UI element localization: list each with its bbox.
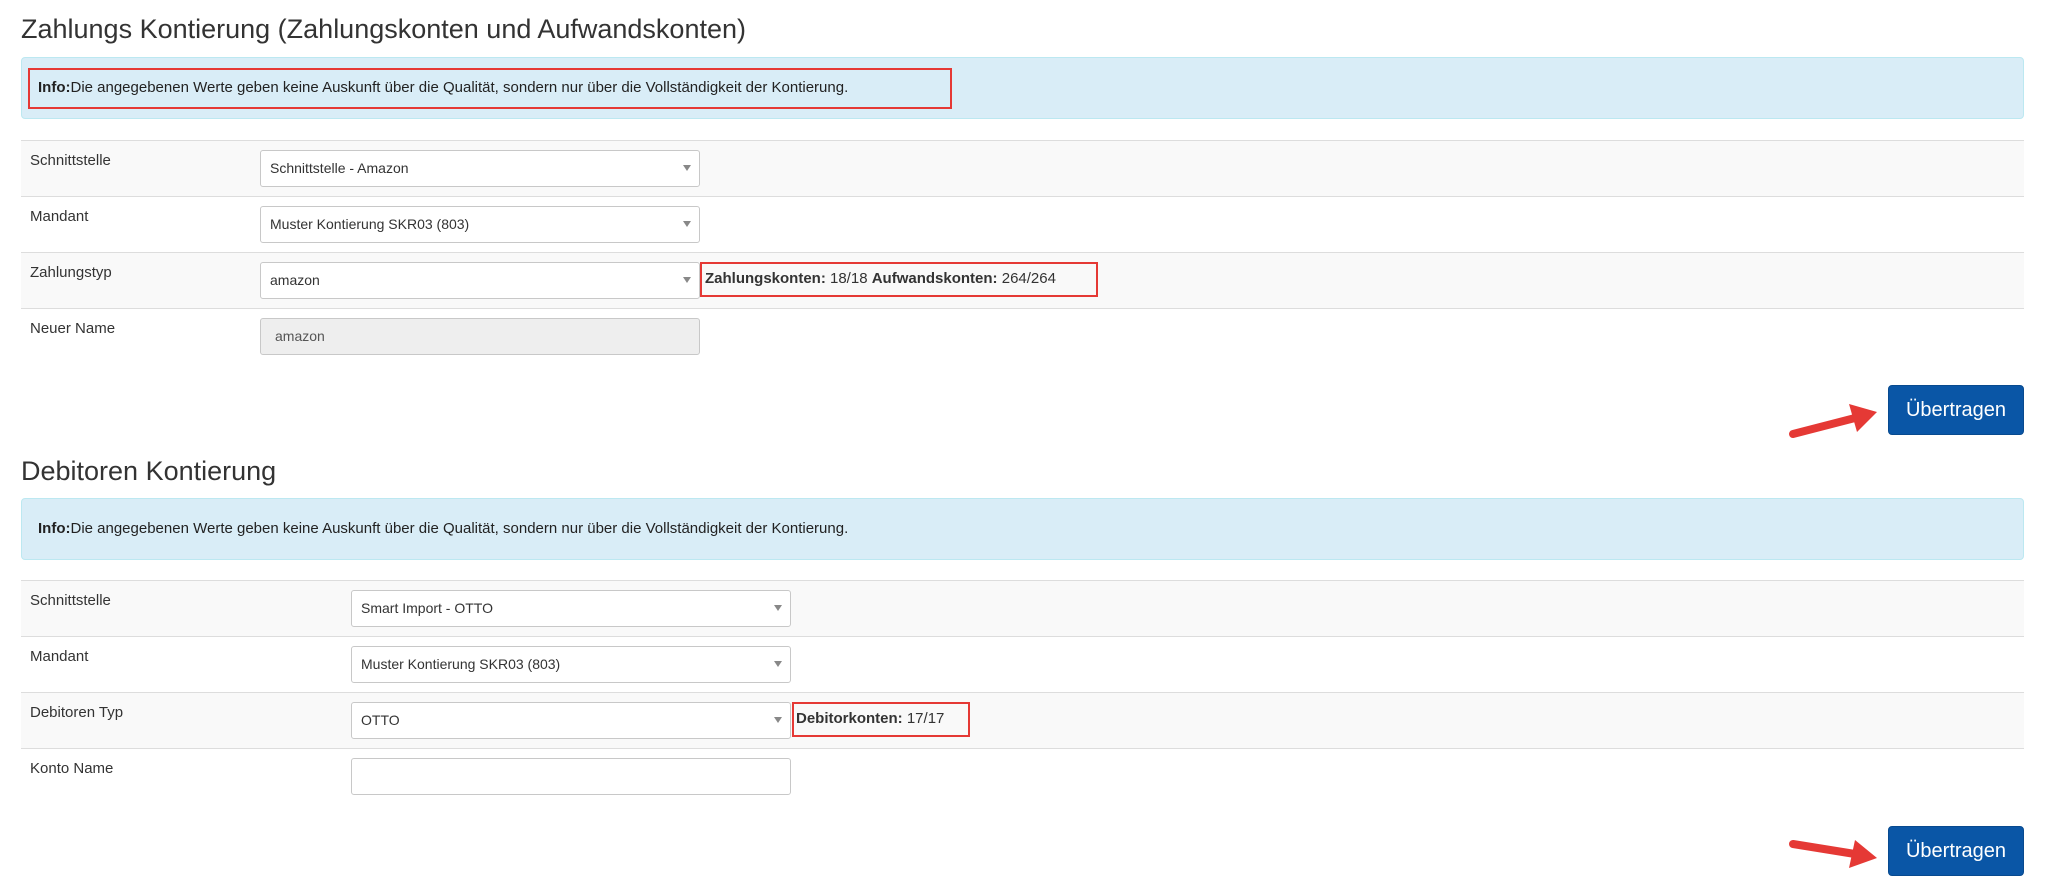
label-neuer-name: Neuer Name — [30, 320, 116, 337]
label-debitoren-typ: Debitoren Typ — [30, 704, 124, 721]
schnittstelle-select-value: Schnittstelle - Amazon — [270, 160, 409, 176]
mandant-select[interactable]: Muster Kontierung SKR03 (803) — [351, 646, 791, 683]
label-mandant: Mandant — [30, 208, 89, 225]
schnittstelle-select-value: Smart Import - OTTO — [361, 600, 493, 616]
chevron-down-icon — [774, 717, 782, 723]
zahlungstyp-select-value: amazon — [270, 272, 320, 288]
info-text: Info:Die angegebenen Werte geben keine A… — [38, 520, 848, 538]
uebertragen-button[interactable]: Übertragen — [1888, 826, 2024, 876]
chevron-down-icon — [683, 165, 691, 171]
mandant-select-value: Muster Kontierung SKR03 (803) — [361, 656, 561, 672]
label-konto-name: Konto Name — [30, 760, 114, 777]
counts-highlight-box — [792, 702, 970, 737]
debitoren-typ-select-value: OTTO — [361, 712, 400, 728]
chevron-down-icon — [774, 605, 782, 611]
label-zahlungstyp: Zahlungstyp — [30, 264, 112, 281]
form-row-schnittstelle: Schnittstelle — [21, 580, 2024, 636]
debitoren-typ-select[interactable]: OTTO — [351, 702, 791, 739]
section-title-debitoren: Debitoren Kontierung — [21, 456, 277, 486]
chevron-down-icon — [683, 221, 691, 227]
form-row-debitoren-typ: Debitoren Typ — [21, 692, 2024, 748]
schnittstelle-select[interactable]: Smart Import - OTTO — [351, 590, 791, 627]
chevron-down-icon — [774, 661, 782, 667]
info-message: Die angegebenen Werte geben keine Auskun… — [70, 520, 849, 537]
form-row-mandant: Mandant — [21, 636, 2024, 692]
label-mandant: Mandant — [30, 648, 89, 665]
label-schnittstelle: Schnittstelle — [30, 152, 111, 169]
section-title-zahlungs: Zahlungs Kontierung (Zahlungskonten und … — [21, 14, 746, 44]
info-label: Info: — [38, 520, 71, 537]
form-row-konto-name: Konto Name — [21, 748, 2024, 804]
label-schnittstelle: Schnittstelle — [30, 592, 111, 609]
info-highlight-box — [28, 68, 952, 109]
mandant-select[interactable]: Muster Kontierung SKR03 (803) — [260, 206, 700, 243]
counts-highlight-box — [700, 262, 1098, 297]
konto-name-input[interactable] — [351, 758, 791, 795]
schnittstelle-select[interactable]: Schnittstelle - Amazon — [260, 150, 700, 187]
arrow-pointer-icon — [1789, 840, 1877, 868]
neuer-name-input[interactable]: amazon — [260, 318, 700, 355]
zahlungstyp-select[interactable]: amazon — [260, 262, 700, 299]
neuer-name-input-value: amazon — [275, 328, 325, 344]
arrow-pointer-icon — [1789, 404, 1877, 438]
uebertragen-button[interactable]: Übertragen — [1888, 385, 2024, 435]
mandant-select-value: Muster Kontierung SKR03 (803) — [270, 216, 470, 232]
chevron-down-icon — [683, 277, 691, 283]
